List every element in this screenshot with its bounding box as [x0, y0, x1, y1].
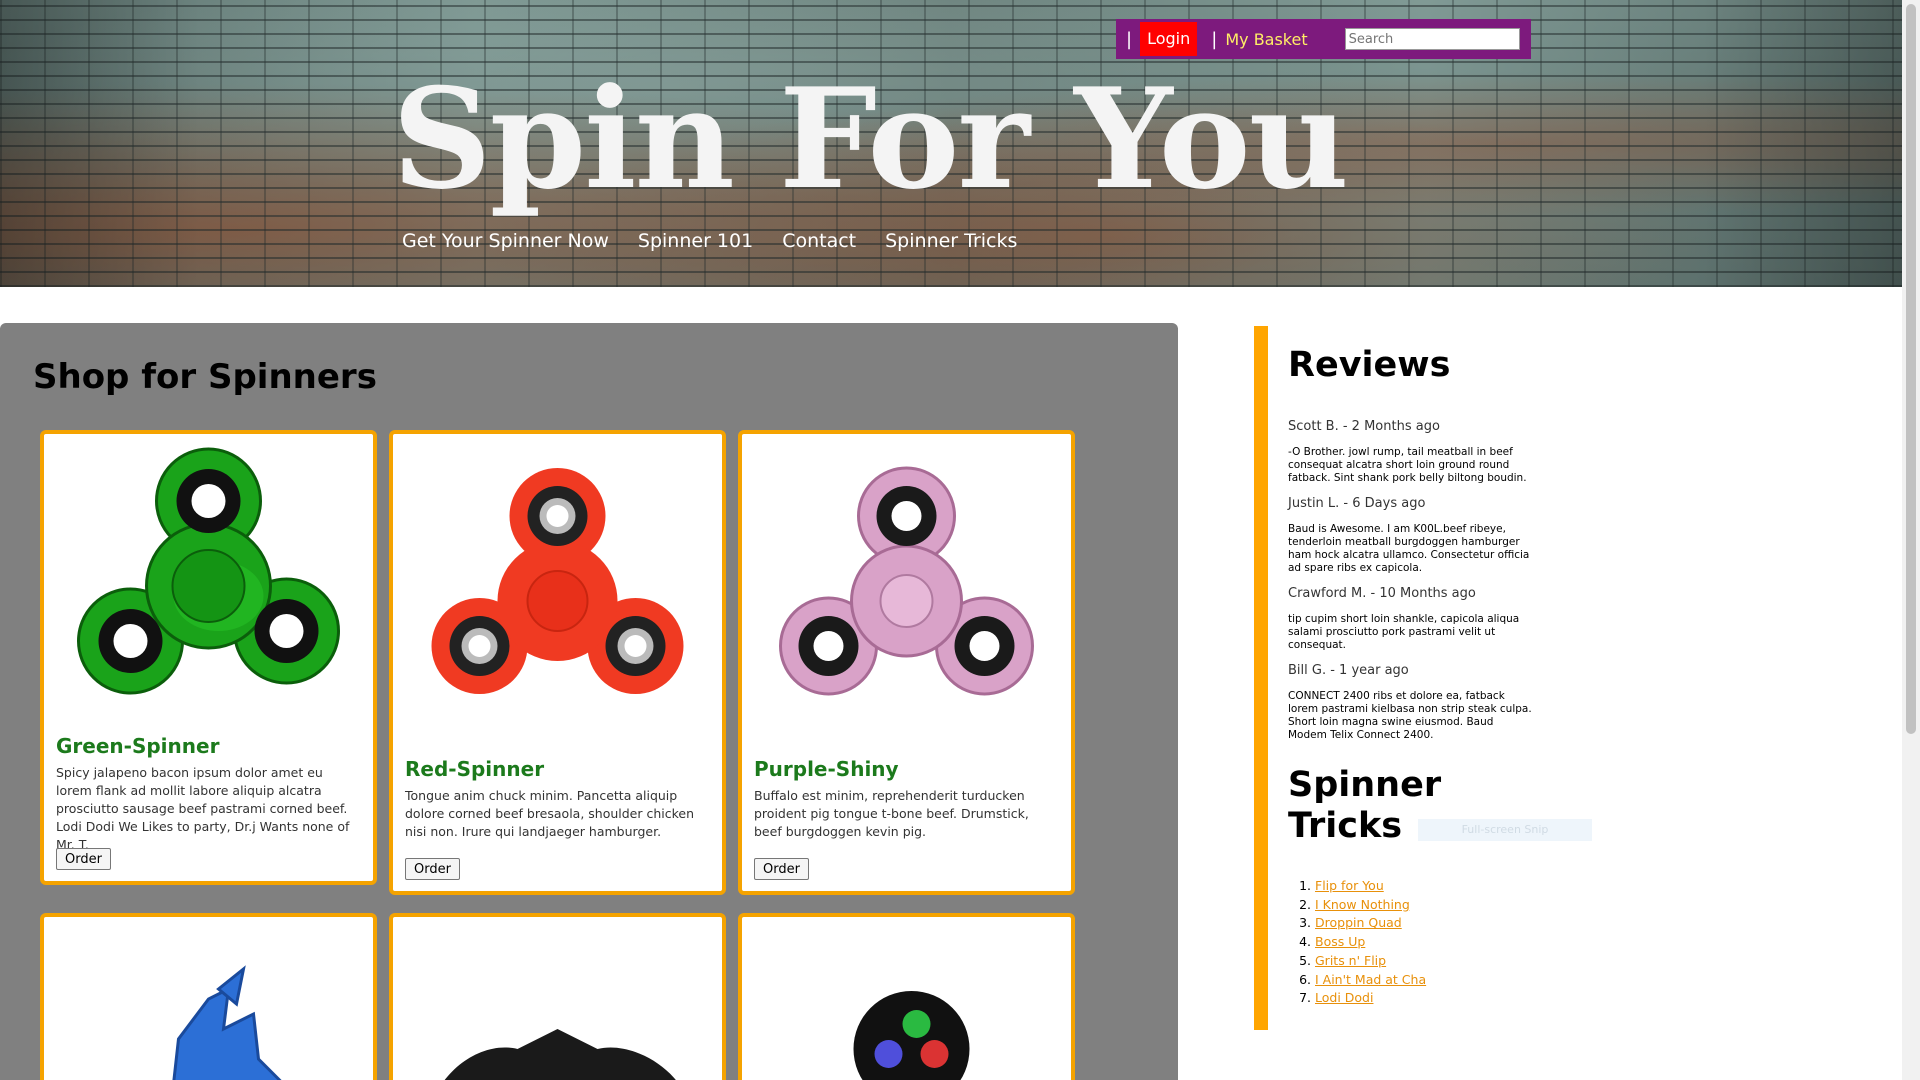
blue-spinner-image — [172, 965, 282, 1080]
product-description: Spicy jalapeno bacon ipsum dolor amet eu… — [56, 765, 350, 852]
product-description: Tongue anim chuck minim. Pancetta aliqui… — [405, 788, 695, 839]
search-input[interactable] — [1344, 28, 1520, 50]
trick-link[interactable]: I Know Nothing — [1315, 897, 1410, 912]
green-spinner-image — [77, 447, 340, 695]
scrollbar-thumb[interactable] — [1906, 4, 1916, 734]
review-author: Bill G. - 1 year ago — [1288, 663, 1409, 678]
header-shade-left — [0, 0, 200, 287]
shop-panel: Shop for Spinners Green-Spinner Spicy ja… — [0, 323, 1178, 1080]
nav-spinner-101[interactable]: Spinner 101 — [638, 230, 753, 252]
product-card-green-spinner: Green-Spinner Spicy jalapeno bacon ipsum… — [40, 430, 377, 885]
product-card-blue-spinner — [40, 913, 377, 1080]
page-scrollbar[interactable] — [1902, 0, 1920, 1080]
user-bar: | Login | My Basket — [1116, 19, 1531, 59]
product-card-bat-spinner — [389, 913, 726, 1080]
order-button[interactable]: Order — [754, 858, 809, 880]
red-spinner-image — [431, 468, 684, 694]
site-title: Spin For You — [392, 57, 1349, 220]
review-text: CONNECT 2400 ribs et dolore ea, fatback … — [1288, 690, 1532, 741]
led-spinner-image — [853, 991, 970, 1080]
review-text: Baud is Awesome. I am K00L.beef ribeye, … — [1288, 523, 1530, 574]
review-text: tip cupim short loin shankle, capicola a… — [1288, 613, 1520, 651]
my-basket-link[interactable]: My Basket — [1225, 30, 1307, 49]
order-button[interactable]: Order — [405, 858, 460, 880]
separator: | — [1126, 28, 1133, 50]
nav-spinner-tricks[interactable]: Spinner Tricks — [885, 230, 1017, 252]
product-card-led-spinner — [738, 913, 1075, 1080]
review-author: Crawford M. - 10 Months ago — [1288, 586, 1476, 601]
review-text: -O Brother. jowl rump, tail meatball in … — [1288, 446, 1527, 484]
trick-link[interactable]: Grits n' Flip — [1315, 953, 1386, 968]
list-item: I Ain't Mad at Cha — [1315, 971, 1426, 990]
product-name: Red-Spinner — [405, 757, 545, 781]
trick-link[interactable]: Droppin Quad — [1315, 915, 1402, 930]
trick-link[interactable]: Flip for You — [1315, 878, 1384, 893]
login-button[interactable]: Login — [1140, 22, 1198, 56]
review-author: Justin L. - 6 Days ago — [1288, 496, 1426, 511]
product-name: Purple-Shiny — [754, 757, 899, 781]
main-nav: Get Your Spinner Now Spinner 101 Contact… — [402, 230, 1017, 252]
faded-snip-label: Full-screen Snip — [1418, 819, 1592, 841]
list-item: Droppin Quad — [1315, 914, 1426, 933]
trick-link[interactable]: Lodi Dodi — [1315, 990, 1373, 1005]
spinner-tricks-list: Flip for You I Know Nothing Droppin Quad… — [1315, 877, 1426, 1008]
product-card-red-spinner: Red-Spinner Tongue anim chuck minim. Pan… — [389, 430, 726, 895]
sidebar-accent-bar — [1254, 326, 1268, 1030]
reviews-heading: Reviews — [1288, 345, 1451, 385]
order-button[interactable]: Order — [56, 848, 111, 870]
trick-link[interactable]: I Ain't Mad at Cha — [1315, 972, 1426, 987]
list-item: Lodi Dodi — [1315, 989, 1426, 1008]
trick-link[interactable]: Boss Up — [1315, 934, 1365, 949]
nav-get-spinner[interactable]: Get Your Spinner Now — [402, 230, 609, 252]
list-item: I Know Nothing — [1315, 896, 1426, 915]
product-card-purple-shiny: Purple-Shiny Buffalo est minim, reprehen… — [738, 430, 1075, 895]
shop-title: Shop for Spinners — [33, 357, 377, 397]
bat-spinner-image — [444, 1029, 676, 1080]
nav-contact[interactable]: Contact — [782, 230, 856, 252]
list-item: Grits n' Flip — [1315, 952, 1426, 971]
separator: | — [1211, 28, 1218, 50]
header-shade-right — [1702, 0, 1902, 287]
product-name: Green-Spinner — [56, 734, 220, 758]
product-description: Buffalo est minim, reprehenderit turduck… — [754, 788, 1029, 839]
review-author: Scott B. - 2 Months ago — [1288, 419, 1440, 434]
site-header: Spin For You Get Your Spinner Now Spinne… — [0, 0, 1902, 287]
list-item: Flip for You — [1315, 877, 1426, 896]
list-item: Boss Up — [1315, 933, 1426, 952]
purple-spinner-image — [779, 466, 1034, 696]
